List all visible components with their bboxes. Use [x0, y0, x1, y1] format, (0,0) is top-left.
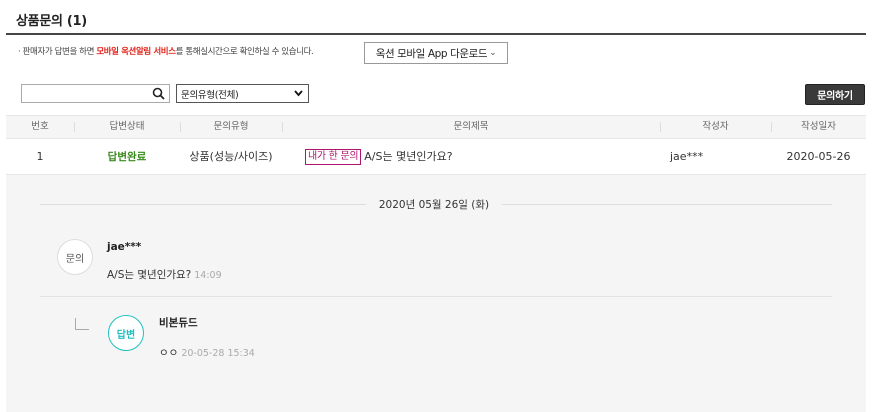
notice-pre: 판매자가 답변을 하면	[22, 47, 97, 57]
detail-date: 2020년 05월 26일 (화)	[378, 199, 490, 211]
qa-divider	[40, 296, 832, 297]
table-row[interactable]: 1 답변완료 상품(성능/사이즈) 내가 한 문의 A/S는 몇년인가요? jae…	[6, 139, 866, 175]
app-download-button[interactable]: 옥션 모바일 App 다운로드 ⌄	[364, 42, 508, 64]
row-author: jae***	[670, 150, 704, 163]
notice-highlight: 모바일 옥션알림 서비스	[96, 47, 176, 57]
inquiry-type-select[interactable]: 문의유형(전체)	[176, 84, 309, 103]
question-body: A/S는 몇년인가요? 14:09	[107, 267, 222, 282]
reply-arrow-icon	[75, 318, 89, 330]
header-type: 문의유형	[213, 121, 249, 132]
ask-question-button[interactable]: 문의하기	[805, 84, 865, 105]
notice-text: · 판매자가 답변을 하면 모바일 옥션알림 서비스를 통해실시간으로 확인하실…	[18, 45, 314, 59]
row-status: 답변완료	[107, 151, 147, 163]
app-download-label: 옥션 모바일 App 다운로드	[375, 47, 488, 60]
search-input[interactable]	[21, 84, 170, 103]
row-no: 1	[36, 150, 44, 163]
my-inquiry-badge: 내가 한 문의	[305, 149, 362, 165]
date-divider-right	[502, 204, 832, 205]
question-time: 14:09	[194, 270, 222, 281]
answer-author: 비본듀드	[159, 317, 198, 329]
chevron-down-icon	[294, 90, 303, 97]
header-status: 답변상태	[109, 121, 145, 132]
question-author: jae***	[107, 241, 142, 253]
notice-post: 를 통해실시간으로 확인하실 수 있습니다.	[175, 47, 314, 57]
answer-body: ㅇㅇ 20-05-28 15:34	[159, 345, 255, 360]
header-no: 번호	[31, 121, 49, 132]
search-icon[interactable]	[152, 87, 165, 100]
answer-text: ㅇㅇ	[159, 347, 179, 359]
row-subject-text[interactable]: A/S는 몇년인가요?	[364, 150, 452, 163]
table-header: 번호 답변상태 문의유형 문의제목 작성자 작성일자	[6, 115, 866, 139]
chevron-down-icon: ⌄	[489, 48, 497, 58]
answer-avatar: 답변	[108, 315, 144, 351]
header-date: 작성일자	[801, 121, 836, 132]
question-avatar: 문의	[57, 239, 93, 275]
answer-time: 20-05-28 15:34	[181, 348, 255, 359]
title-divider	[6, 33, 866, 35]
row-date: 2020-05-26	[786, 150, 851, 163]
row-subject[interactable]: 내가 한 문의 A/S는 몇년인가요?	[305, 139, 453, 175]
row-type: 상품(성능/사이즈)	[189, 150, 273, 163]
header-subject: 문의제목	[453, 121, 489, 132]
question-text: A/S는 몇년인가요?	[107, 269, 192, 281]
date-divider-left	[40, 204, 366, 205]
inquiry-detail-panel: 2020년 05월 26일 (화) 문의 jae*** A/S는 몇년인가요? 1…	[6, 175, 866, 412]
header-author: 작성자	[702, 121, 729, 132]
notice-bullet: ·	[18, 47, 21, 57]
inquiry-type-selected: 문의유형(전체)	[181, 89, 239, 101]
section-title: 상품문의 (1)	[16, 14, 87, 29]
